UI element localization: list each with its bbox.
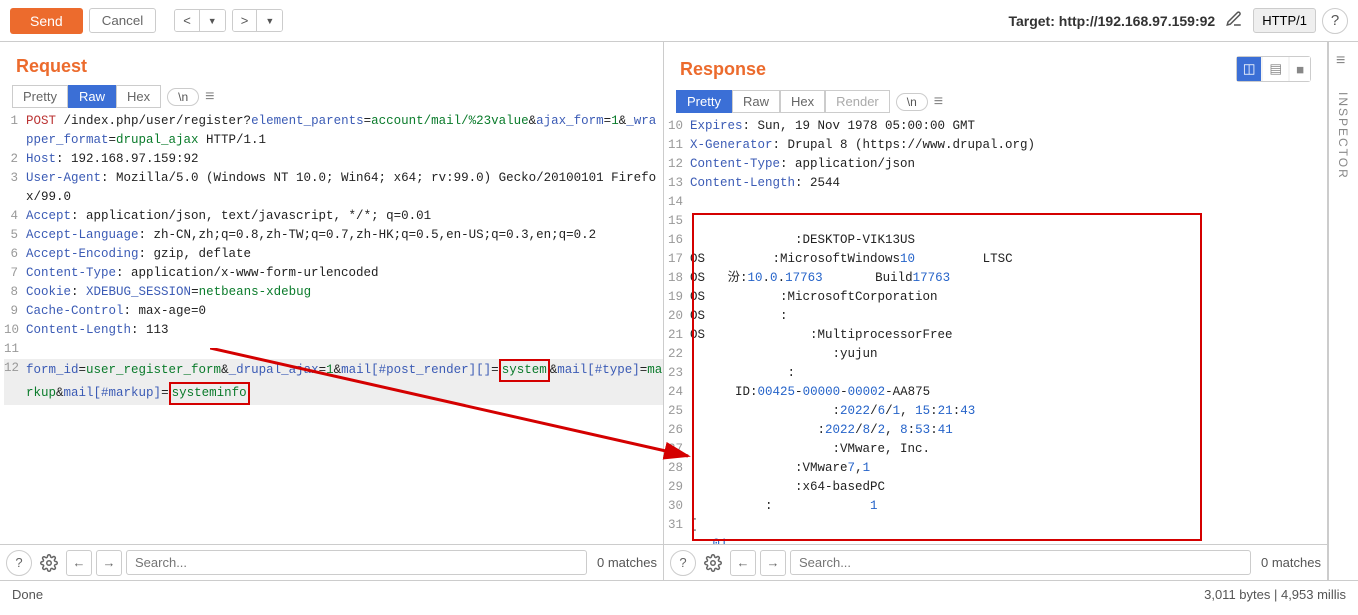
response-menu-button[interactable]: ≡ [934, 93, 943, 111]
tab-render[interactable]: Render [825, 90, 890, 113]
tab-pretty[interactable]: Pretty [676, 90, 732, 113]
code-line[interactable]: 9Cache-Control: max-age=0 [4, 302, 663, 321]
newline-toggle[interactable]: \n [167, 88, 199, 106]
request-title: Request [0, 42, 663, 85]
inspector-sidebar[interactable]: ≡ INSPECTOR [1328, 42, 1358, 580]
response-pane: Response ◫ ▤ ■ Pretty Raw Hex Render \n … [664, 42, 1328, 580]
tab-hex[interactable]: Hex [780, 90, 825, 113]
cancel-button[interactable]: Cancel [89, 8, 157, 33]
request-search-prev[interactable]: ← [66, 550, 92, 576]
request-search-input[interactable] [126, 550, 587, 575]
tab-raw[interactable]: Raw [732, 90, 780, 113]
response-tabs: Pretty Raw Hex Render \n ≡ [664, 90, 1327, 117]
code-line[interactable]: 25 :2022/6/1, 15:21:43 [668, 402, 1327, 421]
code-line[interactable]: 22 :yujun [668, 345, 1327, 364]
newline-toggle[interactable]: \n [896, 93, 928, 111]
code-line[interactable]: 15 [668, 212, 1327, 231]
gear-icon [40, 554, 58, 572]
layout-single-button[interactable]: ■ [1290, 57, 1310, 81]
code-line[interactable]: 28 :VMware7,1 [668, 459, 1327, 478]
code-line[interactable]: 01 [668, 535, 1327, 544]
tab-hex[interactable]: Hex [116, 85, 161, 108]
layout-split-button[interactable]: ◫ [1237, 57, 1262, 81]
code-line[interactable]: 21OS :MultiprocessorFree [668, 326, 1327, 345]
code-line[interactable]: 6Accept-Encoding: gzip, deflate [4, 245, 663, 264]
response-title: Response ◫ ▤ ■ [664, 42, 1327, 90]
history-back-group: < ▼ [174, 9, 226, 32]
layout-stack-button[interactable]: ▤ [1263, 57, 1288, 81]
request-menu-button[interactable]: ≡ [205, 88, 214, 106]
history-back-button[interactable]: < [175, 10, 199, 31]
send-button[interactable]: Send [10, 8, 83, 34]
pencil-icon [1225, 10, 1243, 28]
code-line[interactable]: 4Accept: application/json, text/javascri… [4, 207, 663, 226]
response-help-button[interactable]: ? [670, 550, 696, 576]
code-line[interactable]: 11 [4, 340, 663, 359]
code-line[interactable]: 31[ [668, 516, 1327, 535]
response-search-next[interactable]: → [760, 550, 786, 576]
code-line[interactable]: 2Host: 192.168.97.159:92 [4, 150, 663, 169]
code-line[interactable]: 26 :2022/8/2, 8:53:41 [668, 421, 1327, 440]
main-area: Request Pretty Raw Hex \n ≡ 1POST /index… [0, 42, 1358, 580]
code-line[interactable]: 30 : 1 [668, 497, 1327, 516]
status-bar: Done 3,011 bytes | 4,953 millis [0, 580, 1358, 608]
code-line[interactable]: 29 :x64-basedPC [668, 478, 1327, 497]
request-editor[interactable]: 1POST /index.php/user/register?element_p… [0, 112, 663, 544]
toolbar: Send Cancel < ▼ > ▼ Target: http://192.1… [0, 0, 1358, 42]
history-forward-menu[interactable]: ▼ [256, 10, 282, 31]
code-line[interactable]: 12form_id=user_register_form&_drupal_aja… [4, 359, 663, 405]
request-search-next[interactable]: → [96, 550, 122, 576]
history-forward-group: > ▼ [232, 9, 284, 32]
code-line[interactable]: 19OS :MicrosoftCorporation [668, 288, 1327, 307]
code-line[interactable]: 5Accept-Language: zh-CN,zh;q=0.8,zh-TW;q… [4, 226, 663, 245]
inspector-label: INSPECTOR [1329, 80, 1357, 192]
code-line[interactable]: 13Content-Length: 2544 [668, 174, 1327, 193]
code-line[interactable]: 8Cookie: XDEBUG_SESSION=netbeans-xdebug [4, 283, 663, 302]
layout-buttons: ◫ ▤ ■ [1236, 56, 1311, 82]
status-left: Done [12, 587, 43, 602]
response-footer: ? ← → 0 matches [664, 544, 1327, 580]
request-tabs: Pretty Raw Hex \n ≡ [0, 85, 663, 112]
code-line[interactable]: 27 :VMware, Inc. [668, 440, 1327, 459]
code-line[interactable]: 10Expires: Sun, 19 Nov 1978 05:00:00 GMT [668, 117, 1327, 136]
code-line[interactable]: 16 :DESKTOP-VIK13US [668, 231, 1327, 250]
history-back-menu[interactable]: ▼ [199, 10, 225, 31]
help-button[interactable]: ? [1322, 8, 1348, 34]
response-matches: 0 matches [1255, 555, 1321, 570]
response-settings-button[interactable] [700, 550, 726, 576]
gear-icon [704, 554, 722, 572]
code-line[interactable]: 10Content-Length: 113 [4, 321, 663, 340]
code-line[interactable]: 18OS 汾:10.0.17763 Build17763 [668, 269, 1327, 288]
code-line[interactable]: 20OS : [668, 307, 1327, 326]
inspector-toggle-icon[interactable]: ≡ [1329, 42, 1358, 80]
history-forward-button[interactable]: > [233, 10, 257, 31]
request-footer: ? ← → 0 matches [0, 544, 663, 580]
request-settings-button[interactable] [36, 550, 62, 576]
tab-pretty[interactable]: Pretty [12, 85, 68, 108]
response-editor[interactable]: 10Expires: Sun, 19 Nov 1978 05:00:00 GMT… [664, 117, 1327, 544]
code-line[interactable]: 17OS :MicrosoftWindows10 LTSC [668, 250, 1327, 269]
request-help-button[interactable]: ? [6, 550, 32, 576]
response-search-input[interactable] [790, 550, 1251, 575]
code-line[interactable]: 24 ID:00425-00000-00002-AA875 [668, 383, 1327, 402]
response-search-prev[interactable]: ← [730, 550, 756, 576]
code-line[interactable]: 7Content-Type: application/x-www-form-ur… [4, 264, 663, 283]
request-matches: 0 matches [591, 555, 657, 570]
code-line[interactable]: 1POST /index.php/user/register?element_p… [4, 112, 663, 150]
code-line[interactable]: 3User-Agent: Mozilla/5.0 (Windows NT 10.… [4, 169, 663, 207]
code-line[interactable]: 12Content-Type: application/json [668, 155, 1327, 174]
http-version-button[interactable]: HTTP/1 [1253, 8, 1316, 33]
status-right: 3,011 bytes | 4,953 millis [1204, 587, 1346, 602]
code-line[interactable]: 11X-Generator: Drupal 8 (https://www.dru… [668, 136, 1327, 155]
code-line[interactable]: 14 [668, 193, 1327, 212]
target-label: Target: http://192.168.97.159:92 [1008, 13, 1215, 29]
request-pane: Request Pretty Raw Hex \n ≡ 1POST /index… [0, 42, 664, 580]
code-line[interactable]: 23 : [668, 364, 1327, 383]
edit-target-button[interactable] [1221, 6, 1247, 35]
tab-raw[interactable]: Raw [68, 85, 116, 108]
